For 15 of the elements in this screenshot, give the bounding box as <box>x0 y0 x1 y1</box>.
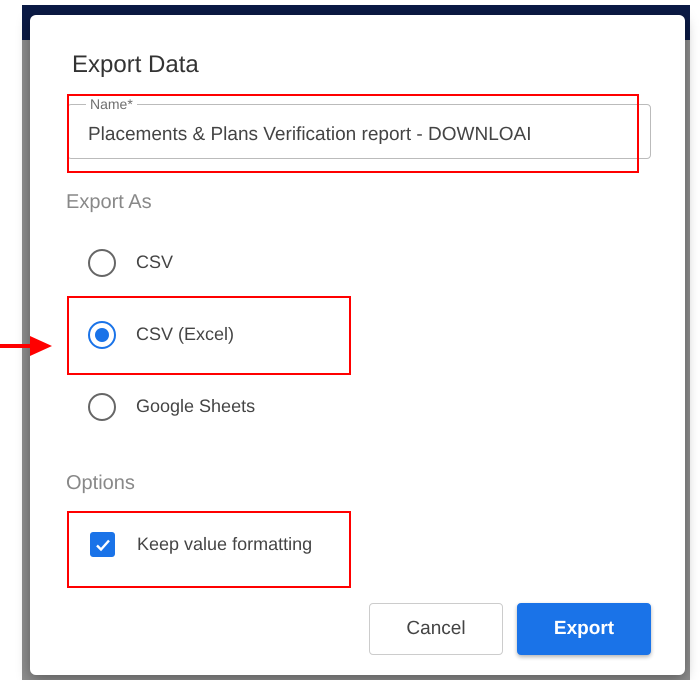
radio-button[interactable] <box>88 320 116 349</box>
cancel-button[interactable]: Cancel <box>369 602 503 655</box>
radio-button[interactable] <box>88 248 116 277</box>
checkbox[interactable] <box>90 532 115 558</box>
section-heading: Options <box>66 470 136 496</box>
section-heading: Export As <box>66 190 153 215</box>
radio-button[interactable] <box>88 392 116 421</box>
checkbox-label[interactable]: Keep value formatting <box>137 531 312 558</box>
arrow <box>0 334 52 358</box>
text-input[interactable]: Placements & Plans Verification report - DOWNLOAI <box>88 121 630 150</box>
radio-label[interactable]: CSV <box>136 249 174 276</box>
radio-label[interactable]: Google Sheets <box>136 393 256 420</box>
radio-label[interactable]: CSV (Excel) <box>136 321 234 348</box>
dialog-title: Export Data <box>72 51 200 80</box>
export-button[interactable]: Export <box>517 602 651 655</box>
